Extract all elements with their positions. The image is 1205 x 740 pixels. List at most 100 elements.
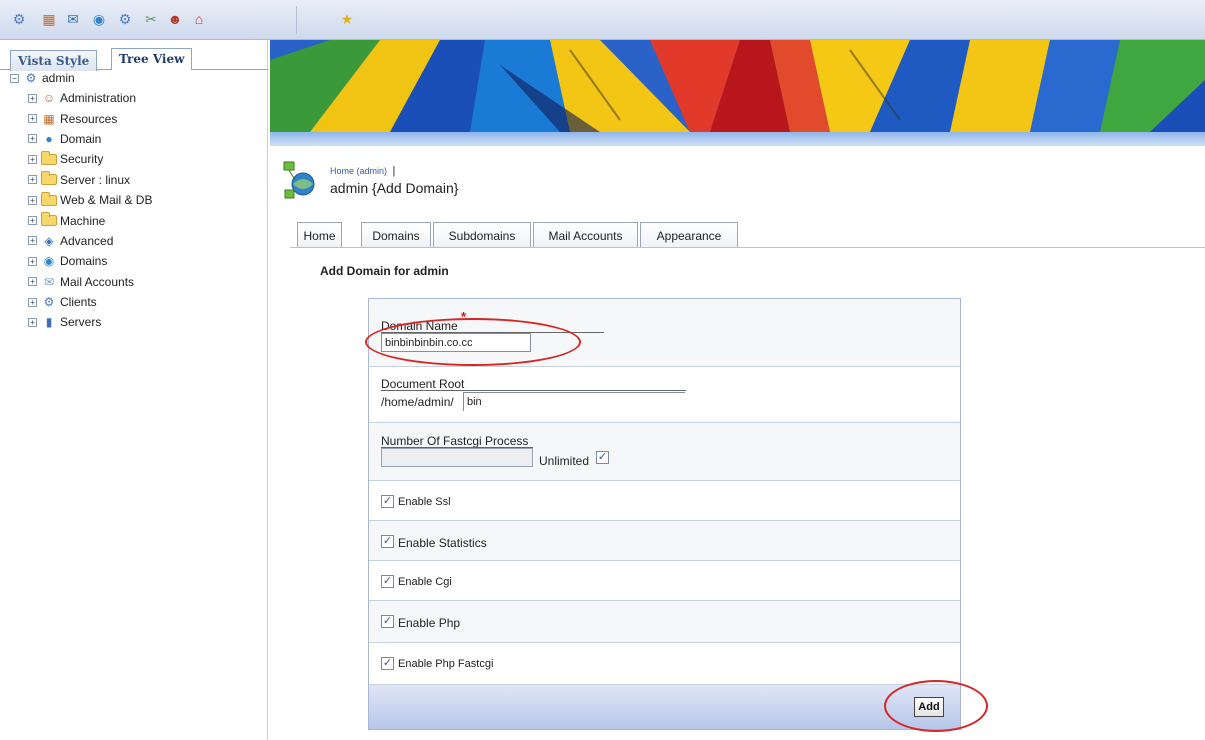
tree-item-advanced[interactable]: + ◈ Advanced — [10, 231, 152, 251]
tab-mail-accounts[interactable]: Mail Accounts — [533, 222, 638, 248]
expand-icon[interactable]: + — [28, 175, 37, 185]
folder-icon — [41, 150, 57, 165]
tree-item-web-mail-db[interactable]: + Web & Mail & DB — [10, 190, 152, 210]
row-fastcgi-process: Number Of Fastcgi Process Unlimited ✓ — [369, 423, 960, 481]
row-enable-cgi: ✓ Enable Cgi — [369, 561, 960, 601]
row-enable-php: ✓ Enable Php — [369, 601, 960, 643]
form-section-title: Add Domain for admin — [320, 264, 449, 278]
document-root-prefix: /home/admin/ — [381, 395, 454, 409]
tree-root-label: admin — [42, 71, 75, 85]
add-button[interactable]: Add — [914, 697, 944, 717]
tree-item-label: Domain — [60, 131, 102, 146]
tab-home[interactable]: Home — [297, 222, 342, 248]
enable-statistics-label: Enable Statistics — [398, 536, 487, 550]
expand-icon[interactable]: + — [28, 317, 37, 327]
tab-domains[interactable]: Domains — [361, 222, 431, 248]
row-enable-ssl: ✓ Enable Ssl — [369, 481, 960, 521]
expand-icon[interactable]: + — [28, 277, 37, 287]
toolbar-separator — [296, 6, 297, 34]
enable-php-checkbox[interactable]: ✓ — [381, 615, 394, 628]
breadcrumb: Home (admin) | — [330, 165, 395, 177]
tree-item-server-linux[interactable]: + Server : linux — [10, 170, 152, 190]
enable-ssl-label: Enable Ssl — [398, 496, 451, 508]
tab-subdomains[interactable]: Subdomains — [433, 222, 531, 248]
folder-icon — [41, 171, 57, 186]
breadcrumb-separator: | — [392, 165, 396, 177]
collapse-icon[interactable]: − — [10, 73, 19, 83]
tree-item-label: Server : linux — [60, 172, 131, 187]
expand-icon[interactable]: + — [28, 154, 37, 164]
tree-item-servers[interactable]: + ▮ Servers — [10, 312, 152, 332]
form-footer-bar: Add — [369, 685, 960, 729]
tree-item-label: Servers — [60, 315, 102, 330]
tree-item-security[interactable]: + Security — [10, 149, 152, 169]
enable-php-fastcgi-checkbox[interactable]: ✓ — [381, 657, 394, 670]
expand-icon[interactable]: + — [28, 195, 37, 205]
tree-view: − ⚙ admin + ☺ Administration + ▦ Resourc… — [10, 68, 152, 333]
expand-icon[interactable]: + — [28, 236, 37, 246]
row-enable-php-fastcgi: ✓ Enable Php Fastcgi — [369, 643, 960, 685]
star-icon[interactable]: ★ — [338, 10, 356, 28]
domain-network-icon — [283, 161, 315, 199]
enable-statistics-checkbox[interactable]: ✓ — [381, 535, 394, 548]
tree-item-label: Mail Accounts — [60, 274, 135, 289]
tree-item-label: Resources — [60, 111, 118, 126]
enable-ssl-checkbox[interactable]: ✓ — [381, 495, 394, 508]
breadcrumb-home-link[interactable]: Home (admin) — [330, 166, 387, 176]
folder-icon — [41, 191, 57, 206]
document-root-input[interactable] — [463, 392, 685, 411]
expand-icon[interactable]: + — [28, 256, 37, 266]
tree-item-label: Administration — [60, 91, 137, 106]
advanced-icon: ◈ — [44, 233, 54, 248]
tree-item-label: Machine — [60, 213, 106, 228]
tools-icon[interactable]: ✂ — [142, 10, 160, 28]
tree-item-administration[interactable]: + ☺ Administration — [10, 88, 152, 108]
unlimited-checkbox[interactable]: ✓ — [596, 451, 609, 464]
mail-accounts-icon: ✉ — [43, 274, 55, 289]
tree-item-machine[interactable]: + Machine — [10, 210, 152, 230]
expand-icon[interactable]: + — [28, 93, 37, 103]
add-domain-form: Domain Name * Document Root /home/admin/… — [368, 298, 961, 730]
resources-icon[interactable]: ▦ — [40, 10, 58, 28]
resources-icon: ▦ — [43, 111, 55, 126]
gear-person-icon[interactable]: ⚙ — [10, 10, 28, 28]
tree-root-admin[interactable]: − ⚙ admin — [10, 68, 152, 88]
page-title: admin {Add Domain} — [330, 180, 459, 196]
home-icon[interactable]: ⌂ — [190, 10, 208, 28]
tree-item-mail-accounts[interactable]: + ✉ Mail Accounts — [10, 272, 152, 292]
label-underline — [381, 390, 686, 391]
tree-item-resources[interactable]: + ▦ Resources — [10, 108, 152, 128]
domain-name-input[interactable] — [381, 333, 531, 352]
tab-tree-view[interactable]: Tree View — [111, 48, 193, 70]
row-enable-statistics: ✓ Enable Statistics — [369, 521, 960, 561]
tree-item-label: Clients — [60, 295, 97, 310]
tree-item-domain[interactable]: + ● Domain — [10, 129, 152, 149]
mail-icon[interactable]: ✉ — [64, 10, 82, 28]
tree-item-label: Web & Mail & DB — [60, 193, 153, 208]
banner-strip — [270, 132, 1205, 146]
expand-icon[interactable]: + — [28, 114, 37, 124]
required-marker: * — [461, 309, 467, 324]
fastcgi-process-input[interactable] — [381, 448, 533, 467]
tree-item-label: Advanced — [60, 233, 114, 248]
domain-globe-icon: ● — [45, 131, 53, 146]
globe-icon[interactable]: ◉ — [90, 10, 108, 28]
unlimited-label: Unlimited — [539, 454, 590, 468]
enable-cgi-checkbox[interactable]: ✓ — [381, 575, 394, 588]
expand-icon[interactable]: + — [28, 134, 37, 144]
expand-icon[interactable]: + — [28, 216, 37, 226]
gear-person-icon[interactable]: ⚙ — [116, 10, 134, 28]
fastcgi-process-label: Number Of Fastcgi Process — [381, 434, 529, 448]
administration-icon: ☺ — [42, 91, 56, 106]
row-document-root: Document Root /home/admin/ — [369, 367, 960, 423]
expand-icon[interactable]: + — [28, 297, 37, 307]
tree-item-domains[interactable]: + ◉ Domains — [10, 251, 152, 271]
tab-appearance[interactable]: Appearance — [640, 222, 738, 248]
user-icon[interactable]: ☻ — [166, 10, 184, 28]
domain-name-label: Domain Name — [381, 319, 458, 333]
header-banner-image — [270, 40, 1205, 132]
enable-php-label: Enable Php — [398, 616, 461, 630]
banner-artwork — [270, 40, 1205, 132]
tree-item-clients[interactable]: + ⚙ Clients — [10, 292, 152, 312]
document-root-label: Document Root — [381, 377, 465, 391]
